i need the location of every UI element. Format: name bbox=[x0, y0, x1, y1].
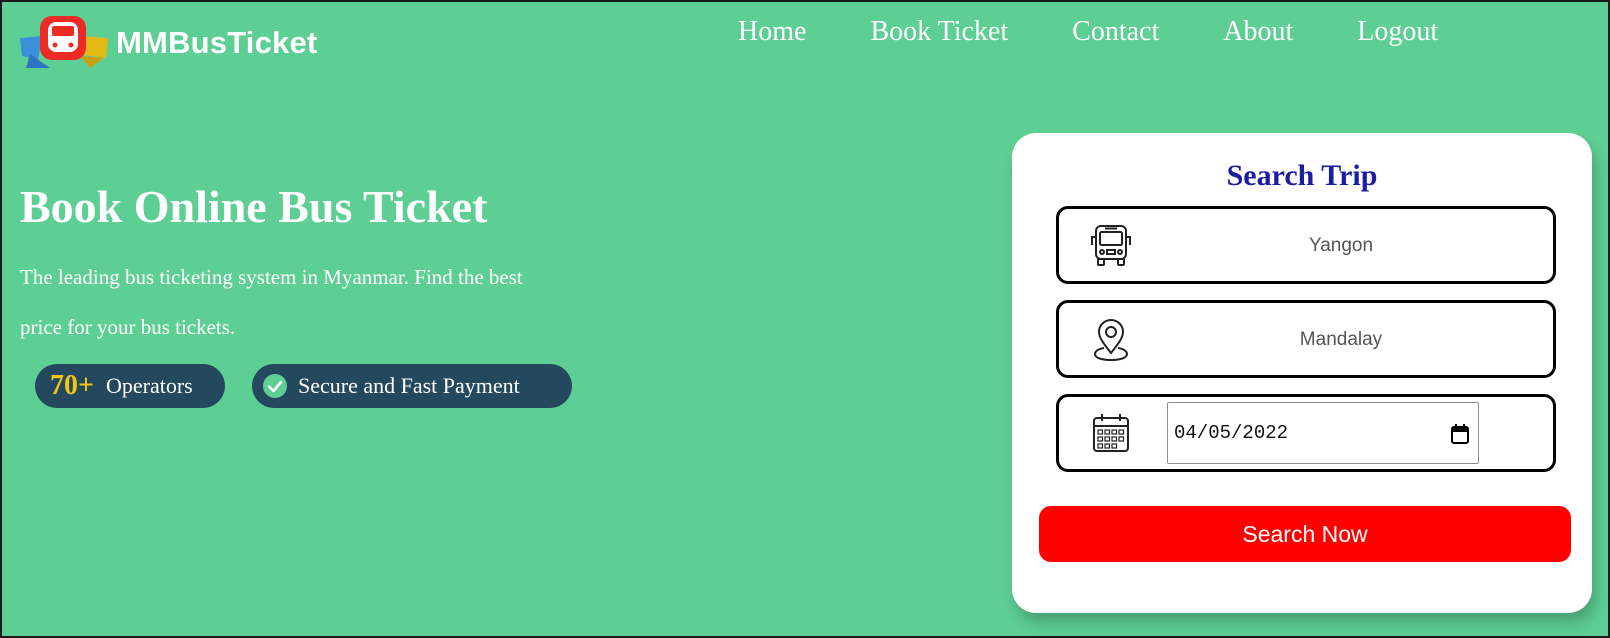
bus-icon bbox=[1091, 225, 1131, 266]
from-input[interactable] bbox=[1149, 209, 1533, 283]
operators-count: 70+ bbox=[50, 370, 94, 401]
operators-label: Operators bbox=[105, 373, 193, 398]
to-field[interactable] bbox=[1056, 300, 1556, 378]
bus-logo-icon bbox=[20, 16, 108, 68]
hero-title: Book Online Bus Ticket bbox=[20, 181, 488, 232]
payment-label: Secure and Fast Payment bbox=[298, 373, 520, 398]
calendar-icon bbox=[1093, 414, 1129, 452]
hero-description: The leading bus ticketing system in Myan… bbox=[20, 265, 523, 339]
search-now-button[interactable]: Search Now bbox=[1039, 506, 1571, 562]
calendar-picker-icon[interactable] bbox=[1450, 423, 1470, 445]
operators-badge: 70+ Operators bbox=[35, 364, 225, 408]
from-field[interactable] bbox=[1056, 206, 1556, 284]
nav-book-ticket[interactable]: Book Ticket bbox=[870, 16, 1008, 48]
nav-logout[interactable]: Logout bbox=[1357, 16, 1438, 48]
date-value: 04/05/2022 bbox=[1174, 422, 1289, 444]
date-input[interactable]: 04/05/2022 bbox=[1167, 402, 1479, 464]
search-trip-card: Search Trip Yangon Mandalay 04/05/2022 S… bbox=[1012, 133, 1592, 613]
payment-badge: Secure and Fast Payment bbox=[252, 364, 572, 408]
main-nav: Home Book Ticket Contact About Logout bbox=[738, 16, 1438, 48]
to-input[interactable] bbox=[1149, 303, 1533, 377]
nav-home[interactable]: Home bbox=[738, 16, 806, 48]
brand-name: MMBusTicket bbox=[116, 25, 318, 60]
check-circle-icon bbox=[263, 374, 287, 398]
nav-contact[interactable]: Contact bbox=[1072, 16, 1159, 48]
page: MMBusTicket Home Book Ticket Contact Abo… bbox=[0, 0, 1610, 638]
brand-logo[interactable]: MMBusTicket bbox=[20, 16, 317, 70]
date-field[interactable]: 04/05/2022 bbox=[1056, 394, 1556, 472]
location-pin-icon bbox=[1093, 319, 1129, 362]
search-trip-title: Search Trip bbox=[1226, 159, 1378, 192]
nav-about[interactable]: About bbox=[1223, 16, 1293, 48]
